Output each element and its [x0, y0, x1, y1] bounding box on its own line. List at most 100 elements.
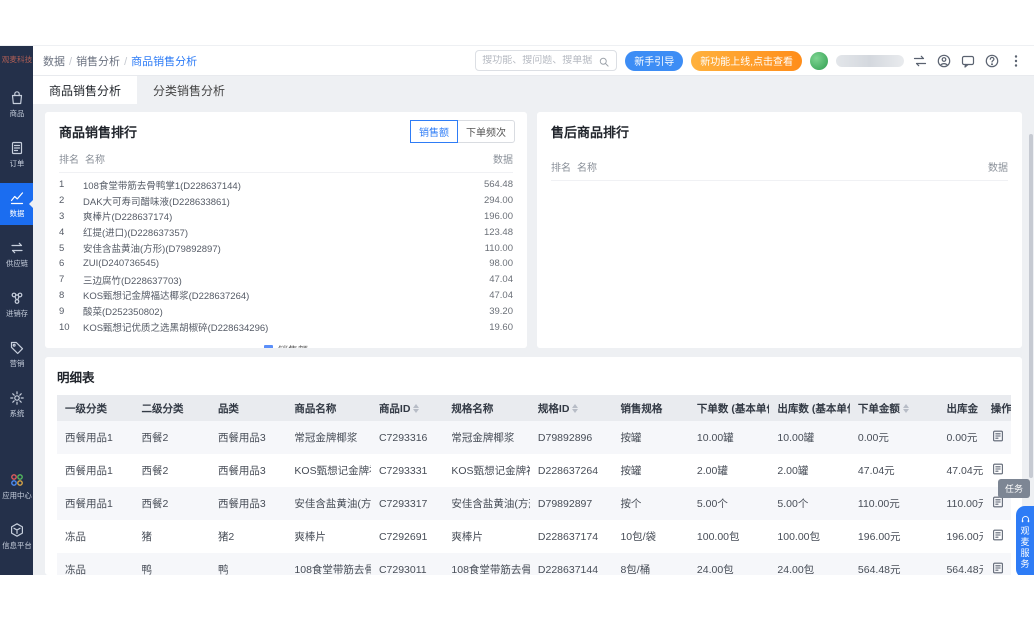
- avatar[interactable]: [810, 51, 828, 70]
- data-chart-icon: [9, 190, 25, 206]
- cell: 24.00包: [696, 564, 734, 575]
- product-name: 三边腐竹(D228637703): [83, 275, 182, 287]
- message-icon[interactable]: [960, 53, 976, 69]
- sidebar-item[interactable]: 进销存: [0, 283, 33, 325]
- table-row: 西餐用品1 西餐2 西餐用品3 安佳含盐黄油(方形) C7293317 安佳含盐…: [57, 487, 1011, 520]
- cell: 猪: [141, 531, 152, 543]
- column-header[interactable]: 出库数 (基本单位): [769, 395, 850, 421]
- column-header[interactable]: 二级分类: [133, 395, 210, 421]
- chart-row: 10 KOS甄想记优质之选黑胡椒碎(D228634296) 19.60: [59, 319, 513, 335]
- cell: C7292691: [378, 530, 428, 543]
- metric-toggle: 销售额 下单频次: [410, 120, 515, 143]
- chart-row: 1 108食堂带筋去骨鸭掌1(D228637144) 564.48: [59, 177, 513, 193]
- column-header[interactable]: 品类: [209, 395, 287, 421]
- product-name: 红提(进口)(D228637357): [83, 228, 189, 240]
- scrollbar-thumb[interactable]: [1029, 134, 1033, 478]
- sidebar-item[interactable]: 订单: [0, 133, 33, 175]
- help-icon[interactable]: [984, 53, 1000, 69]
- content: 商品销售排行 销售额 下单频次 排名 名称 数据 1 108食堂带筋去骨鸭掌1(…: [33, 104, 1034, 575]
- column-header[interactable]: 规格名称: [443, 395, 530, 421]
- rank: 10: [59, 321, 70, 333]
- cell: 5.00个: [696, 498, 728, 510]
- order-icon: [9, 140, 25, 156]
- table-header-row: 一级分类 二级分类 品类 商品名称 商品ID 规格名称 规格ID 销售规格 下单…: [57, 395, 1011, 421]
- value: 47.04: [489, 274, 513, 286]
- breadcrumb-item[interactable]: 销售分析: [69, 53, 120, 69]
- more-icon[interactable]: [1008, 53, 1024, 69]
- app-logo: 观麦科技: [1, 55, 32, 64]
- cell: 564.48元: [857, 564, 901, 575]
- sidebar-item[interactable]: 营销: [0, 333, 33, 375]
- sidebar-item-label: 供应链: [5, 259, 28, 268]
- column-header[interactable]: 下单金额: [849, 395, 939, 421]
- column-header[interactable]: 商品名称: [286, 395, 371, 421]
- legend-label: 销售额: [278, 342, 308, 348]
- detail-doc-icon[interactable]: [991, 528, 1005, 542]
- cell: 110.00元: [946, 498, 982, 510]
- sidebar-item[interactable]: 应用中心: [0, 465, 33, 507]
- guide-button[interactable]: 新手引导: [625, 50, 684, 71]
- task-float-tag[interactable]: 任务: [997, 479, 1030, 498]
- toggle-button[interactable]: 销售额: [410, 120, 458, 143]
- marketing-tag-icon: [9, 340, 25, 356]
- column-header[interactable]: 销售规格: [612, 395, 689, 421]
- global-search[interactable]: [475, 50, 618, 71]
- cell: 0.00元: [946, 432, 978, 444]
- column-header[interactable]: 规格ID: [529, 395, 613, 421]
- tab[interactable]: 分类销售分析: [137, 76, 241, 104]
- cell: 西餐2: [141, 465, 169, 477]
- product-name: 安佳含盐黄油(方形)(D79892897): [83, 244, 221, 256]
- value: 294.00: [483, 195, 513, 207]
- sales-ranking-panel: 商品销售排行 销售额 下单频次 排名 名称 数据 1 108食堂带筋去骨鸭掌1(…: [45, 112, 527, 348]
- value: 39.20: [489, 305, 513, 317]
- column-header[interactable]: 出库金: [938, 395, 983, 421]
- sidebar-item[interactable]: 数据: [0, 183, 34, 225]
- cell: 猪2: [217, 531, 235, 543]
- contact-icon[interactable]: [936, 53, 952, 69]
- column-header[interactable]: 商品ID: [370, 395, 444, 421]
- cell: 西餐用品1: [65, 465, 113, 477]
- chart-row: 5 安佳含盐黄油(方形)(D79892897) 110.00: [59, 240, 513, 256]
- cell: 鸭: [141, 564, 152, 575]
- legend-swatch: [264, 344, 273, 348]
- column-header[interactable]: 一级分类: [57, 395, 134, 421]
- tab[interactable]: 商品销售分析: [33, 76, 138, 104]
- sidebar-item-label: 进销存: [5, 309, 28, 318]
- breadcrumb-item[interactable]: 数据: [43, 53, 65, 69]
- value: 19.60: [489, 321, 513, 333]
- value: 47.04: [489, 289, 513, 301]
- cell: 冻品: [65, 531, 86, 543]
- col-value: 数据: [988, 163, 1008, 174]
- column-header[interactable]: 下单数 (基本单位): [688, 395, 770, 421]
- detail-doc-icon[interactable]: [991, 462, 1005, 476]
- column-header[interactable]: 操作: [982, 395, 1011, 421]
- sidebar-item-label: 应用中心: [1, 491, 32, 500]
- sidebar-item[interactable]: 供应链: [0, 233, 33, 275]
- panel-title: 售后商品排行: [551, 125, 630, 140]
- service-float-button[interactable]: 观麦服务: [1016, 506, 1034, 575]
- detail-doc-icon[interactable]: [991, 561, 1005, 575]
- detail-doc-icon[interactable]: [991, 429, 1005, 443]
- promo-button[interactable]: 新功能上线,点击查看: [691, 50, 802, 71]
- username-redacted: [836, 54, 904, 67]
- toggle-button[interactable]: 下单频次: [457, 120, 515, 143]
- aftersales-ranking-panel: 售后商品排行 排名 名称 数据: [537, 112, 1022, 348]
- headset-icon: [1020, 512, 1031, 523]
- sort-icon: [413, 404, 420, 414]
- cell: 冻品: [65, 564, 86, 575]
- chart-legend: 销售额: [59, 342, 513, 348]
- sidebar-nav: 商品 订单 数据 供应链 进销存 营销 系统: [0, 83, 34, 433]
- main-area: 数据销售分析商品销售分析 新手引导 新功能上线,点击查看 商品销售分析分类销售分…: [33, 46, 1034, 575]
- sidebar-item[interactable]: 信息平台: [0, 515, 33, 557]
- sidebar-item[interactable]: 系统: [0, 383, 33, 425]
- chart-row: 8 KOS甄想记金牌福达椰浆(D228637264) 47.04: [59, 288, 513, 304]
- chart-header: 排名 名称 数据: [551, 159, 1008, 181]
- cell: 西餐用品1: [65, 498, 113, 510]
- breadcrumb-item[interactable]: 商品销售分析: [124, 53, 197, 69]
- search-input[interactable]: [482, 55, 599, 66]
- value: 196.00: [483, 210, 513, 222]
- cell: 按罐: [620, 432, 642, 444]
- switch-account-icon[interactable]: [912, 53, 928, 69]
- sidebar-item[interactable]: 商品: [0, 83, 33, 125]
- product-name: ZUI(D240736545): [83, 258, 160, 270]
